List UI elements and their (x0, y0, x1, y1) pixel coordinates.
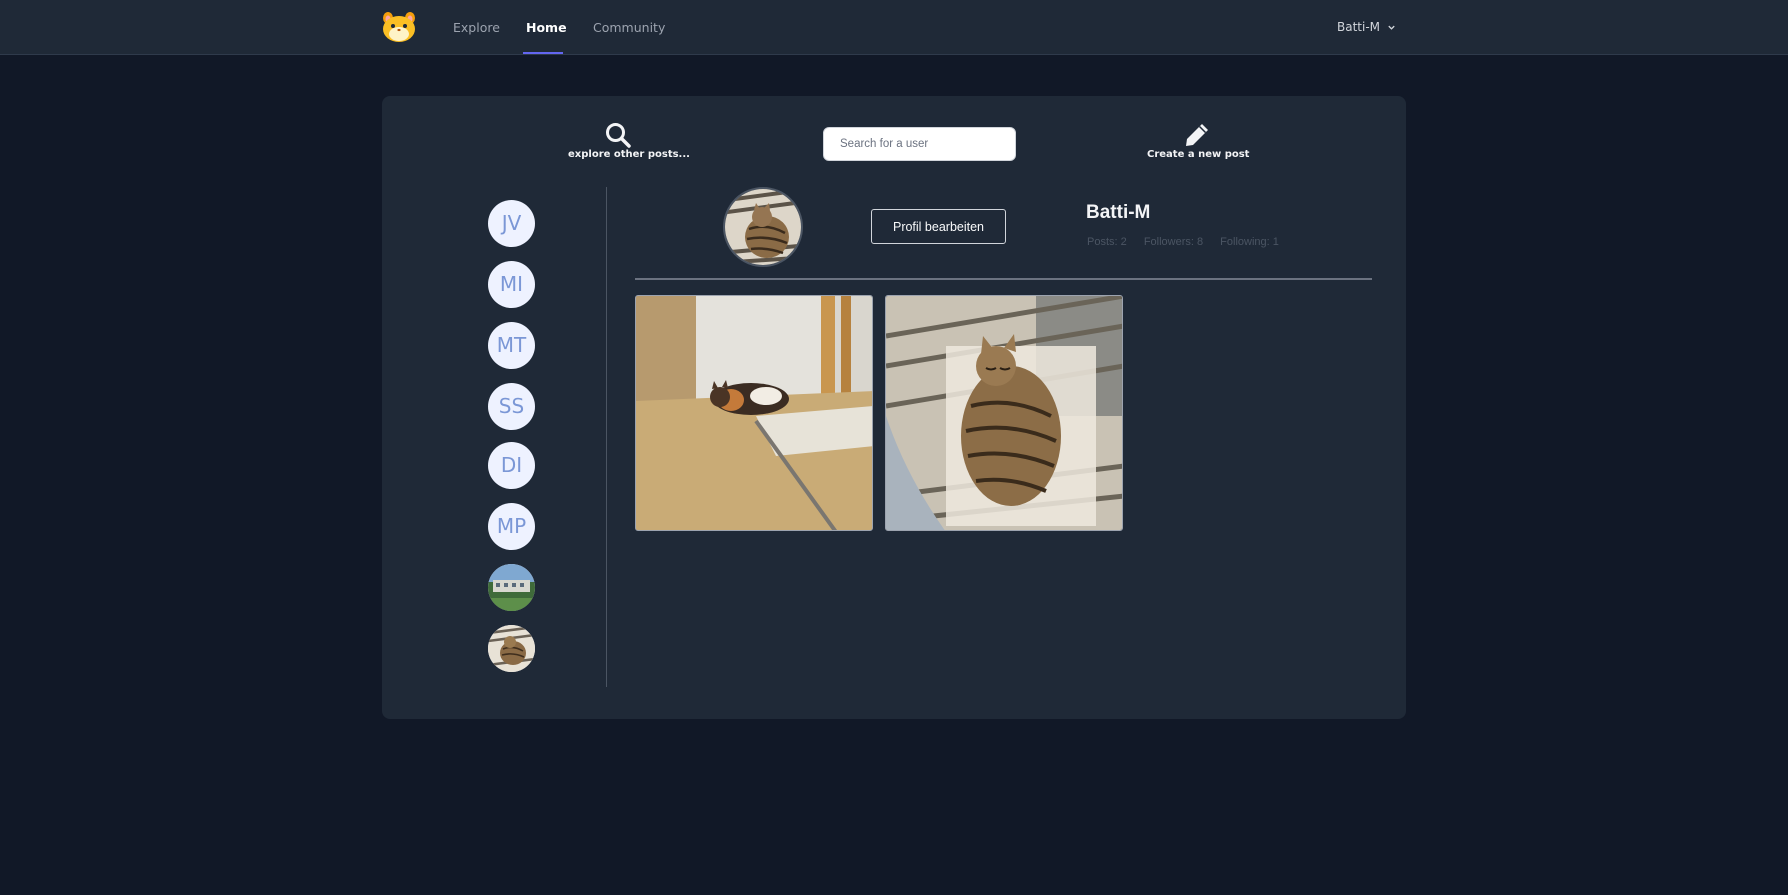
search-icon (606, 123, 631, 148)
nav-home-link[interactable]: Home (526, 0, 567, 55)
posts-count: Posts: 2 (1087, 236, 1127, 248)
profile-username: Batti-M (1086, 202, 1151, 223)
active-tab-indicator (523, 52, 563, 54)
sidebar-user-photo-avatar[interactable] (488, 564, 535, 611)
profile-avatar[interactable] (723, 187, 803, 267)
create-post-label: Create a new post (1147, 149, 1250, 160)
hamster-logo-icon[interactable] (381, 11, 417, 43)
user-search-input[interactable] (823, 127, 1016, 161)
profile-stats: Posts: 2 Followers: 8 Following: 1 (1087, 236, 1293, 248)
nav-explore-link[interactable]: Explore (453, 0, 500, 55)
user-menu-name: Batti-M (1337, 20, 1381, 34)
sidebar-user-avatar[interactable]: MT (488, 322, 535, 369)
edit-profile-button[interactable]: Profil bearbeiten (871, 209, 1006, 244)
explore-posts-button[interactable]: explore other posts... (568, 122, 690, 160)
pencil-icon (1186, 124, 1208, 146)
sidebar-divider (606, 187, 607, 687)
explore-posts-label: explore other posts... (568, 149, 690, 160)
sidebar-user-avatar[interactable]: JV (488, 200, 535, 247)
user-menu[interactable]: Batti-M (1337, 0, 1396, 55)
sidebar-user-avatar[interactable]: DI (488, 442, 535, 489)
top-navigation: Explore Home Community Batti-M (0, 0, 1788, 55)
profile-divider (635, 278, 1372, 280)
create-post-button[interactable]: Create a new post (1147, 122, 1250, 160)
profile-card: explore other posts... Create a new post… (382, 96, 1406, 719)
sidebar-user-avatar[interactable]: SS (488, 383, 535, 430)
chevron-down-icon (1388, 25, 1395, 30)
sidebar-user-avatar[interactable]: MI (488, 261, 535, 308)
post-thumbnail[interactable] (635, 295, 873, 531)
following-count[interactable]: Following: 1 (1220, 236, 1279, 248)
post-thumbnail[interactable] (885, 295, 1123, 531)
sidebar-user-photo-avatar[interactable] (488, 625, 535, 672)
followers-count[interactable]: Followers: 8 (1144, 236, 1203, 248)
nav-community-link[interactable]: Community (593, 0, 665, 55)
sidebar-user-avatar[interactable]: MP (488, 503, 535, 550)
